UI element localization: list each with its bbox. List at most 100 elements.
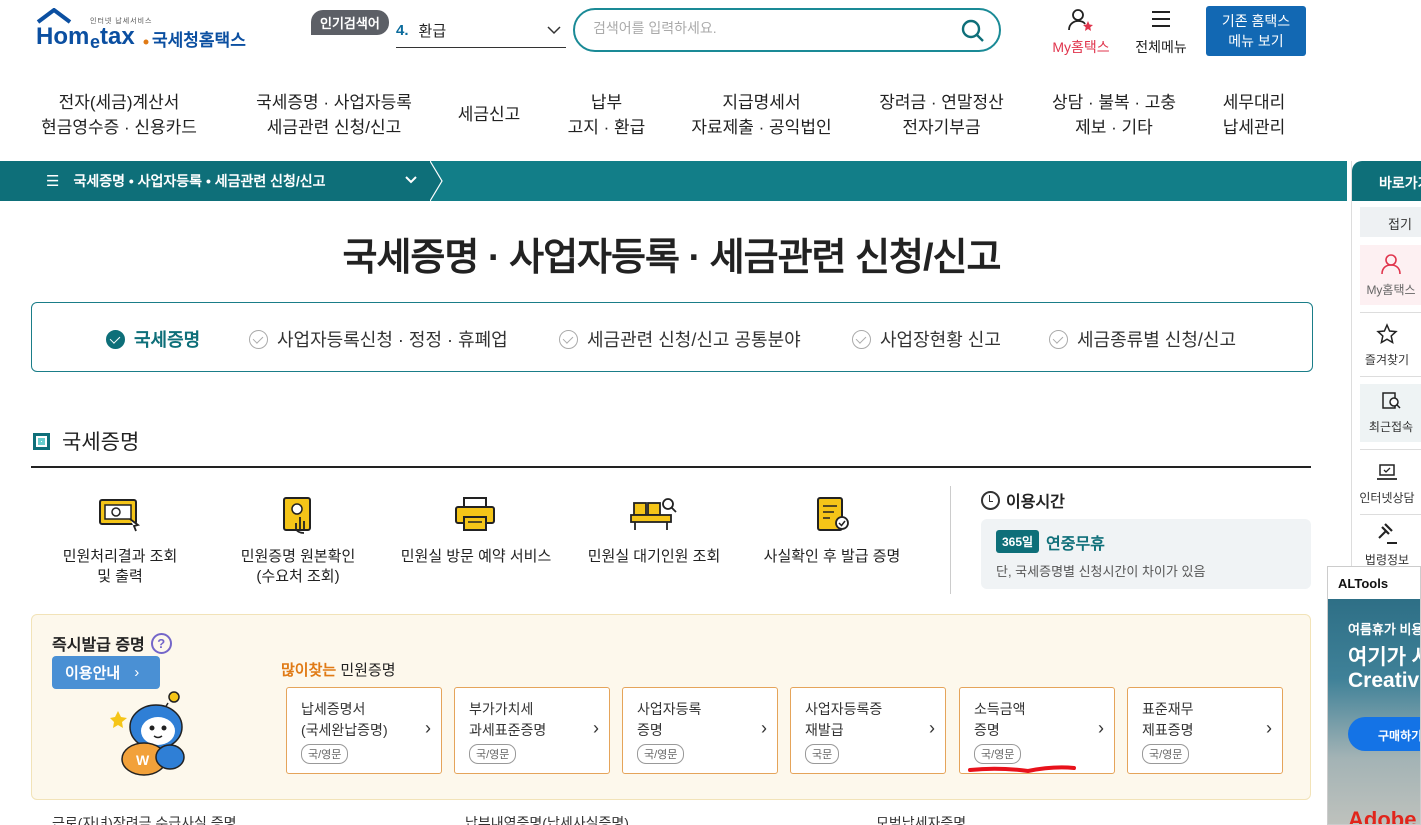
- cert-vat-base[interactable]: 부가가치세 과세표준증명 국/영문 ›: [454, 687, 610, 774]
- ad-header: ALTools: [1338, 576, 1389, 591]
- service-waiting-inquiry[interactable]: 민원실 대기인원 조회: [569, 495, 739, 567]
- cert-tax-payment[interactable]: 납세증명서 (국세완납증명) 국/영문 ›: [286, 687, 442, 774]
- mascot-illustration: W: [110, 691, 185, 776]
- service-label: 민원실 방문 예약 서비스: [400, 548, 552, 565]
- tab-certificate[interactable]: 국세증명: [106, 326, 200, 352]
- gnb-item-payment[interactable]: 납부 고지 · 환급: [549, 90, 664, 140]
- cert-name-line: 표준재무: [1142, 701, 1194, 717]
- old-hometax-menu-button[interactable]: 기존 홈택스 메뉴 보기: [1206, 6, 1306, 56]
- tab-tax-type[interactable]: 세금종류별 신청/신고: [1049, 326, 1236, 352]
- hometax-logo[interactable]: Hom e tax 인터넷 납세서비스 국세청홈택스: [34, 8, 254, 52]
- hours-badge: 365일: [996, 530, 1040, 553]
- help-icon[interactable]: ?: [150, 632, 172, 654]
- ad-buy-button[interactable]: 구매하기: [1348, 717, 1420, 751]
- red-underline-annotation: [968, 765, 1076, 774]
- quick-online-consult[interactable]: 인터넷상담: [1352, 461, 1421, 506]
- bottom-link[interactable]: 납부내역증명(납세사실증명): [465, 813, 629, 825]
- gnb-line: 전자기부금: [902, 118, 981, 137]
- cert-name-line: 소득금액: [974, 701, 1026, 717]
- service-label: 사실확인 후 발급 증명: [763, 548, 901, 565]
- laptop-icon: [1377, 464, 1397, 480]
- hours-box: 365일 연중무휴 단, 국세증명별 신청시간이 차이가 있음: [981, 519, 1311, 589]
- hours-title-text: 이용시간: [1006, 494, 1065, 511]
- gnb-item-certificate[interactable]: 국세증명 · 사업자등록 세금관련 신청/신고: [249, 90, 419, 140]
- cert-name-line: 증명: [974, 722, 1000, 738]
- gnb-line: 납세관리: [1222, 118, 1286, 137]
- language-tag: 국/영문: [974, 744, 1022, 764]
- quick-my-hometax[interactable]: My홈택스: [1360, 245, 1421, 305]
- my-hometax-button[interactable]: My홈택스: [1046, 8, 1116, 57]
- breadcrumb-menu[interactable]: ☰ 국세증명 • 사업자등록 • 세금관련 신청/신고: [30, 161, 430, 201]
- popular-certs-label: 많이찾는 민원증명: [281, 659, 396, 680]
- check-circle-icon: [249, 329, 268, 349]
- logo-tagline: 인터넷 납세서비스: [90, 18, 153, 25]
- tab-business-registration[interactable]: 사업자등록신청 · 정정 · 휴폐업: [249, 326, 508, 352]
- tab-common-application[interactable]: 세금관련 신청/신고 공통분야: [559, 326, 801, 352]
- tab-label: 세금관련 신청/신고 공통분야: [587, 330, 801, 350]
- gnb-line: 현금영수증 · 신용카드: [41, 118, 197, 137]
- service-result-inquiry[interactable]: 민원처리결과 조회 및 출력: [35, 495, 205, 587]
- gavel-icon: [1378, 523, 1397, 544]
- cert-name: 소득금액 증명: [974, 699, 1094, 741]
- instant-issuance-panel: 즉시발급 증명 ? 이용안내 › W 많이찾는 민원증명 납세증명서 (국세완납…: [31, 614, 1311, 800]
- quick-favorites[interactable]: 즐겨찾기: [1352, 323, 1421, 368]
- cert-business-registration[interactable]: 사업자등록 증명 국/영문 ›: [622, 687, 778, 774]
- hours-note: 단, 국세증명별 신청시간이 차이가 있음: [996, 564, 1206, 579]
- gnb-item-consult[interactable]: 상담 · 불복 · 고충 제보 · 기타: [1039, 90, 1189, 140]
- gnb-line: 장려금 · 연말정산: [879, 93, 1004, 112]
- usage-guide-button[interactable]: 이용안내 ›: [52, 656, 160, 689]
- service-label: 민원실 대기인원 조회: [587, 548, 721, 565]
- hours-title: 이용시간: [981, 488, 1065, 512]
- cert-name-line: 사업자등록증: [805, 701, 883, 717]
- ad-line1: 여름휴가 비용: [1348, 622, 1421, 637]
- search-bar: [573, 8, 1001, 52]
- all-menu-button[interactable]: 전체메뉴: [1130, 10, 1192, 57]
- cert-name-line: 부가가치세: [469, 701, 534, 717]
- ad-line3: Creative: [1348, 669, 1420, 692]
- hometax-logo-mark: Hom e tax: [36, 8, 149, 52]
- tab-label: 사업장현황 신고: [880, 330, 1001, 350]
- gnb-item-incentive[interactable]: 장려금 · 연말정산 전자기부금: [864, 90, 1019, 140]
- bottom-link[interactable]: 근로(자녀)장려금 수급사실 증명: [52, 813, 237, 825]
- quick-label: My홈택스: [1366, 283, 1416, 297]
- gnb-item-tax-agent[interactable]: 세무대리 납세관리: [1204, 90, 1304, 140]
- chevron-right-icon: ›: [593, 718, 599, 738]
- gnb-line: 세금관련 신청/신고: [266, 118, 402, 137]
- tab-business-status[interactable]: 사업장현황 신고: [852, 326, 1001, 352]
- cert-financial-statement[interactable]: 표준재무 제표증명 국/영문 ›: [1127, 687, 1283, 774]
- hamburger-icon: [1152, 11, 1170, 27]
- service-fact-verify-issue[interactable]: 사실확인 후 발급 증명: [747, 495, 917, 567]
- old-hometax-line1: 기존 홈택스: [1221, 13, 1291, 29]
- popular-keyword[interactable]: 환급: [419, 20, 447, 41]
- ad-banner-image[interactable]: 여름휴가 비용 여기가 사 Creative 구매하기 Adobe: [1328, 599, 1421, 824]
- gnb-item-payment-statement[interactable]: 지급명세서 자료제출 · 공익법인: [674, 90, 849, 140]
- service-label: 및 출력: [97, 568, 143, 585]
- old-hometax-line2: 메뉴 보기: [1228, 33, 1284, 49]
- gnb-item-einvoice[interactable]: 전자(세금)계산서 현금영수증 · 신용카드: [34, 90, 204, 140]
- chevron-right-icon: ›: [134, 664, 140, 681]
- popular-search-dropdown[interactable]: 4. 환급: [396, 14, 566, 48]
- svg-text:tax: tax: [100, 23, 135, 50]
- certificate-icon: [817, 497, 849, 531]
- search-input[interactable]: [593, 20, 933, 36]
- service-original-verify[interactable]: 민원증명 원본확인 (수요처 조회): [213, 495, 383, 587]
- svg-text:Hom: Hom: [36, 23, 89, 50]
- document-touch-icon: [283, 497, 311, 534]
- gnb-item-tax-return[interactable]: 세금신고: [444, 102, 534, 127]
- quick-menu-fold-button[interactable]: 접기: [1360, 207, 1421, 237]
- language-tag: 국/영문: [637, 744, 685, 764]
- ad-line2: 여기가 사: [1348, 646, 1420, 669]
- cert-name-line: 제표증명: [1142, 722, 1194, 738]
- quick-label: 인터넷상담: [1359, 491, 1415, 505]
- quick-label: 법령정보: [1364, 553, 1410, 567]
- search-icon[interactable]: [961, 19, 985, 43]
- bottom-link[interactable]: 모범납세자증명: [876, 813, 966, 825]
- altools-ad-popup[interactable]: ALTools 여름휴가 비용 여기가 사 Creative 구매하기 Adob…: [1327, 566, 1421, 825]
- star-icon: [1376, 323, 1398, 345]
- quick-recent[interactable]: 최근접속: [1360, 384, 1421, 442]
- service-label: (수요처 조회): [256, 568, 340, 585]
- cert-registration-reissue[interactable]: 사업자등록증 재발급 국문 ›: [790, 687, 946, 774]
- quick-law-info[interactable]: 법령정보: [1352, 523, 1421, 568]
- cert-income-amount[interactable]: 소득금액 증명 국/영문 ›: [959, 687, 1115, 774]
- service-visit-reservation[interactable]: 민원실 방문 예약 서비스: [391, 495, 561, 567]
